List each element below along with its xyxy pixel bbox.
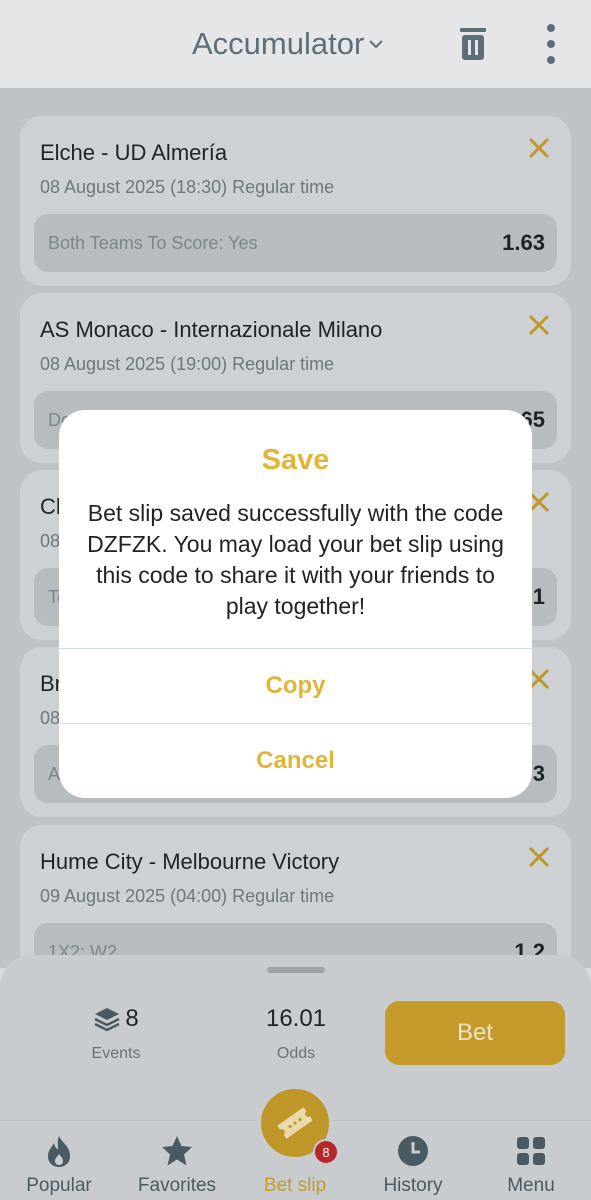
match-date: 08 August 2025 (18:30) Regular time: [40, 177, 335, 197]
chevron-down-icon: [369, 40, 384, 49]
copy-button[interactable]: Copy: [59, 649, 532, 723]
nav-label: Bet slip: [263, 1175, 327, 1196]
events-label: Events: [91, 1045, 141, 1062]
market-label: Both Teams To Score: Yes: [48, 233, 258, 253]
page-title: Accumulator: [192, 26, 365, 61]
match-date: 08: [40, 708, 61, 728]
match-date: 08 August 2025 (19:00) Regular time: [40, 354, 335, 374]
match-teams: Elche - UD Almería: [40, 140, 228, 165]
nav-label: Menu: [507, 1175, 555, 1196]
drag-handle[interactable]: [267, 967, 325, 973]
nav-label: Popular: [26, 1175, 92, 1196]
odds-stat: 16.01 Odds: [246, 1005, 346, 1063]
remove-bet-icon[interactable]: [527, 313, 551, 337]
remove-bet-icon[interactable]: [527, 136, 551, 160]
place-bet-button[interactable]: Bet: [385, 1001, 565, 1065]
remove-bet-icon[interactable]: [527, 845, 551, 869]
dialog-message: Bet slip saved successfully with the cod…: [87, 500, 504, 619]
events-count: 8: [125, 1005, 139, 1032]
match-teams: AS Monaco - Internazionale Milano: [40, 317, 383, 342]
nav-item-popular[interactable]: Popular: [0, 1121, 118, 1200]
dialog-title: Save: [261, 444, 330, 476]
nav-item-favorites[interactable]: Favorites: [118, 1121, 236, 1200]
grid-icon: [517, 1137, 545, 1165]
odds-label: Odds: [276, 1045, 316, 1062]
events-stat: 8 Events: [76, 1005, 156, 1063]
market-row: Both Teams To Score: Yes 1.63: [34, 214, 557, 272]
cancel-button[interactable]: Cancel: [59, 724, 532, 798]
app-header: Accumulator: [0, 0, 591, 88]
trash-icon[interactable]: [458, 26, 488, 62]
ticket-icon: [277, 1107, 313, 1139]
market-odds: 1.63: [502, 230, 545, 255]
save-dialog: Save Bet slip saved successfully with th…: [59, 410, 532, 798]
market-odds: 1: [532, 584, 545, 609]
nav-item-menu[interactable]: Menu: [472, 1121, 590, 1200]
match-teams: Hume City - Melbourne Victory: [40, 849, 340, 874]
bet-card: Elche - UD Almería 08 August 2025 (18:30…: [20, 116, 571, 286]
nav-item-history[interactable]: History: [354, 1121, 472, 1200]
star-icon: [162, 1136, 192, 1166]
bet-slip-count-badge: 8: [313, 1139, 339, 1165]
layers-icon: [94, 1008, 120, 1032]
match-date: 08: [40, 531, 61, 551]
match-date: 09 August 2025 (04:00) Regular time: [40, 886, 335, 906]
nav-label: History: [383, 1175, 443, 1196]
market-odds: 3: [532, 761, 545, 786]
nav-label: Favorites: [137, 1175, 217, 1196]
bet-type-selector[interactable]: Accumulator: [192, 26, 384, 62]
flame-icon: [48, 1136, 70, 1167]
more-options-icon[interactable]: [538, 24, 564, 64]
total-odds: 16.01: [265, 1005, 327, 1032]
clock-icon: [398, 1136, 428, 1166]
